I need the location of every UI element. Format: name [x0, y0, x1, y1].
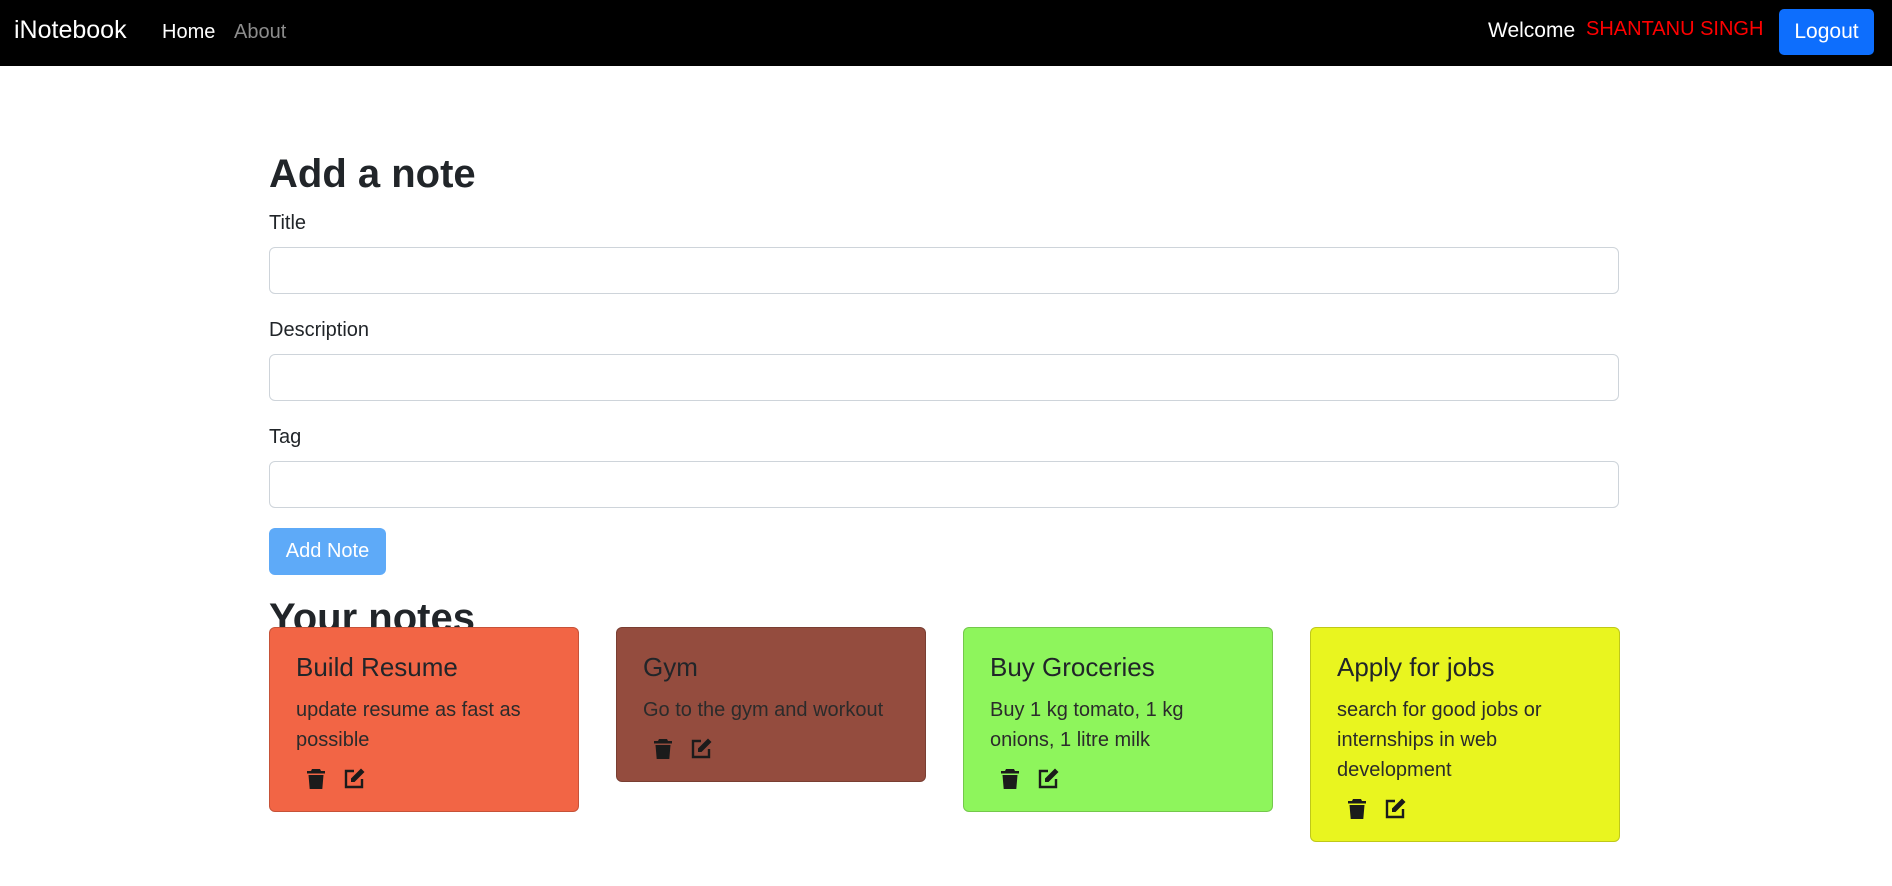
- description-input[interactable]: [269, 354, 1619, 401]
- note-card: Apply for jobs search for good jobs or i…: [1310, 627, 1620, 843]
- title-label: Title: [269, 212, 307, 234]
- note-description: Buy 1 kg tomato, 1 kg onions, 1 litre mi…: [990, 699, 1184, 752]
- title-input[interactable]: [269, 247, 1619, 294]
- edit-icon[interactable]: [689, 737, 713, 761]
- brand-logo[interactable]: iNotebook: [14, 16, 127, 45]
- nav-link-home[interactable]: Home: [162, 21, 215, 44]
- welcome-text: Welcome: [1488, 19, 1576, 42]
- note-card: Gym Go to the gym and workout: [616, 627, 926, 783]
- trash-icon[interactable]: [651, 737, 675, 761]
- logout-button[interactable]: Logout: [1779, 9, 1874, 55]
- tag-label: Tag: [269, 426, 302, 448]
- description-label: Description: [269, 319, 370, 341]
- note-description: update resume as fast as possible: [296, 699, 521, 752]
- add-note-heading: Add a note: [269, 152, 476, 196]
- note-title: Buy Groceries: [990, 652, 1155, 682]
- edit-icon[interactable]: [1036, 767, 1060, 791]
- note-description: Go to the gym and workout: [643, 699, 884, 722]
- trash-icon[interactable]: [998, 767, 1022, 791]
- navbar: iNotebook Home About Welcome SHANTANU SI…: [0, 0, 1892, 66]
- nav-link-about[interactable]: About: [234, 21, 286, 44]
- trash-icon[interactable]: [1345, 797, 1369, 821]
- tag-input[interactable]: [269, 461, 1619, 508]
- add-note-button[interactable]: Add Note: [269, 528, 386, 575]
- note-card: Build Resume update resume as fast as po…: [269, 627, 579, 813]
- note-description: search for good jobs or internships in w…: [1337, 699, 1542, 782]
- note-title: Apply for jobs: [1337, 652, 1495, 682]
- note-title: Build Resume: [296, 652, 458, 682]
- note-card: Buy Groceries Buy 1 kg tomato, 1 kg onio…: [963, 627, 1273, 813]
- user-name: SHANTANU SINGH: [1586, 18, 1764, 40]
- note-title: Gym: [643, 652, 698, 682]
- edit-icon[interactable]: [342, 767, 366, 791]
- edit-icon[interactable]: [1383, 797, 1407, 821]
- trash-icon[interactable]: [304, 767, 328, 791]
